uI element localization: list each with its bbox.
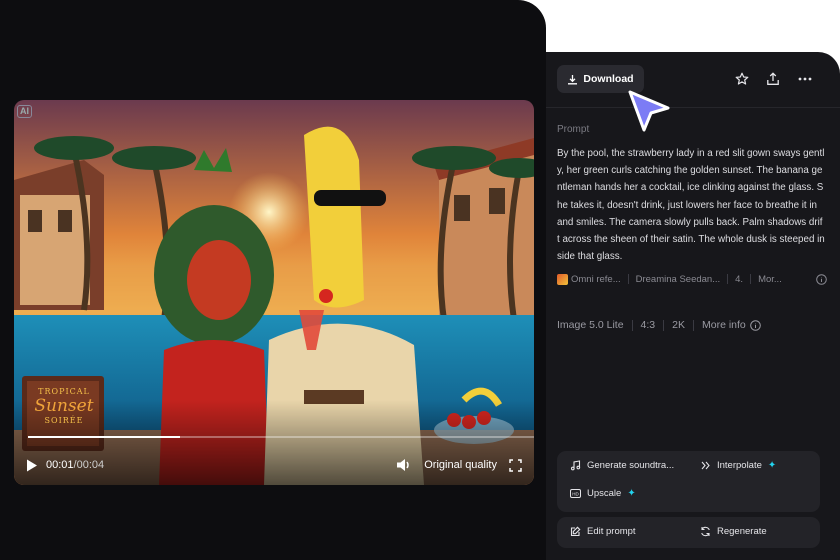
current-time: 00:01: [46, 459, 74, 471]
download-icon: [567, 74, 578, 85]
favorite-button[interactable]: [731, 68, 753, 90]
divider: [663, 319, 665, 331]
reference-thumbnail-icon: [557, 273, 568, 285]
video-player[interactable]: AI TROPICAL Sunset SOIRÉE 00:01 /00:04 O…: [14, 100, 534, 485]
generate-soundtrack-label: Generate soundtra...: [587, 460, 675, 471]
video-frame: [14, 100, 534, 485]
more-info-label: More info: [702, 319, 746, 331]
music-icon: [570, 460, 581, 471]
divider: [631, 319, 633, 331]
generate-soundtrack-button[interactable]: Generate soundtra...: [570, 460, 674, 471]
sparkle-icon: ✦: [627, 488, 636, 499]
panel-divider: [546, 107, 840, 108]
svg-text:HD: HD: [572, 491, 579, 496]
reference-row: Omni refe... Dreamina Seedan... 4. Mor..…: [557, 271, 827, 287]
reference-omni-label: Omni refe...: [571, 273, 621, 285]
total-time: /00:04: [73, 459, 105, 471]
info-icon[interactable]: [816, 273, 827, 285]
reference-omni[interactable]: Omni refe...: [557, 273, 621, 285]
more-icon: [798, 77, 812, 81]
interpolate-label: Interpolate: [717, 460, 762, 471]
divider: [627, 274, 629, 284]
reference-model[interactable]: Dreamina Seedan...: [636, 274, 721, 285]
star-icon: [735, 72, 749, 86]
reference-more[interactable]: Mor...: [758, 274, 782, 285]
sparkle-icon: ✦: [767, 460, 777, 471]
progress-fill: [28, 436, 180, 438]
fullscreen-icon[interactable]: [509, 458, 522, 472]
model-name: Image 5.0 Lite: [557, 319, 624, 331]
quality-label[interactable]: Original quality: [424, 459, 497, 471]
ai-actions-group: Generate soundtra... Interpolate ✦ HD Up…: [557, 451, 820, 512]
upscale-label: Upscale: [587, 488, 622, 499]
ai-badge: AI: [17, 105, 32, 118]
share-icon: [766, 72, 780, 86]
more-info-link[interactable]: More info: [702, 319, 761, 331]
regenerate-button[interactable]: Regenerate: [700, 526, 767, 537]
divider: [727, 274, 729, 284]
share-button[interactable]: [762, 68, 784, 90]
sign-text: TROPICAL Sunset SOIRÉE: [28, 387, 100, 425]
edit-prompt-label: Edit prompt: [587, 526, 636, 537]
player-controls: 00:01 /00:04 Original quality: [14, 445, 534, 485]
volume-icon[interactable]: [396, 458, 412, 472]
download-label: Download: [583, 73, 634, 85]
info-icon: [749, 319, 761, 331]
upscale-button[interactable]: HD Upscale ✦: [570, 488, 636, 499]
hd-icon: HD: [570, 489, 581, 498]
more-button[interactable]: [794, 68, 816, 90]
refresh-icon: [700, 526, 711, 537]
edit-actions-group: Edit prompt Regenerate: [557, 517, 820, 548]
prompt-label: Prompt: [557, 124, 590, 135]
sign-line-1: TROPICAL: [38, 387, 90, 396]
sign-line-2: Sunset: [34, 396, 94, 416]
interpolate-button[interactable]: Interpolate ✦: [700, 460, 776, 471]
progress-bar[interactable]: [28, 436, 534, 438]
edit-icon: [570, 526, 581, 537]
regenerate-label: Regenerate: [717, 526, 767, 537]
divider: [693, 319, 694, 331]
reference-version[interactable]: 4.: [735, 274, 743, 285]
sign-line-3: SOIRÉE: [44, 416, 84, 425]
pointer-cursor-icon: [625, 88, 673, 136]
edit-prompt-button[interactable]: Edit prompt: [570, 526, 636, 537]
aspect-ratio: 4:3: [640, 319, 656, 331]
interpolate-icon: [700, 460, 711, 471]
prompt-text: By the pool, the strawberry lady in a re…: [557, 148, 825, 263]
play-icon[interactable]: [26, 459, 38, 472]
divider: [750, 274, 752, 284]
resolution: 2K: [672, 319, 685, 331]
generation-meta: Image 5.0 Lite 4:3 2K More info: [557, 319, 761, 331]
